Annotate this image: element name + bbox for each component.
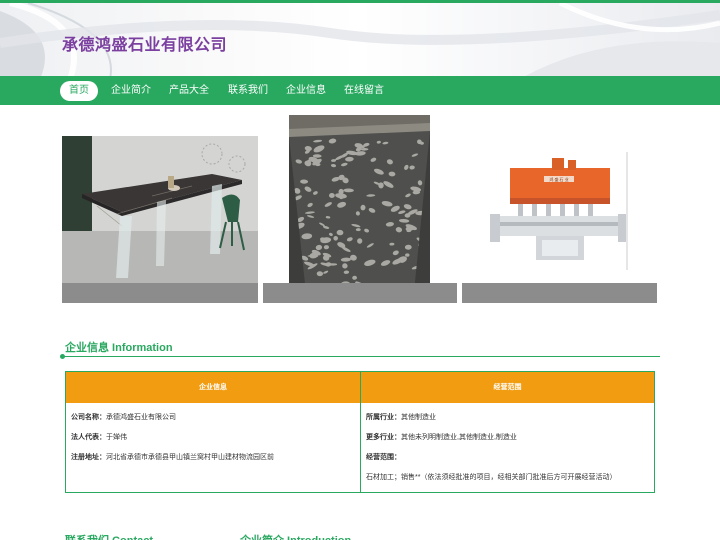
info-value: 其他制造业 [401,414,436,421]
intro-section-title: 企业简介 Introduction [240,532,351,540]
stone-table-photo[interactable] [62,136,258,283]
info-row-company-name: 公司名称：承德鸿盛石业有限公司 [71,412,176,424]
section-rule [62,356,660,357]
info-table-divider [360,372,361,492]
info-table-header-left: 企业信息 [66,372,360,403]
cnc-stone-machine-photo-image: 鸿 盛 石 业 [488,152,630,270]
main-nav: 首页 企业简介 产品大全 联系我们 企业信息 在线留言 [0,76,720,105]
nav-item-home[interactable]: 首页 [60,81,98,101]
info-row-industry: 所属行业：其他制造业 [366,412,436,424]
info-key: 经营范围： [366,454,401,461]
nav-item-company-intro[interactable]: 企业简介 [111,81,151,101]
info-table-header-right: 经营范围 [361,372,654,403]
carved-stone-slab-photo-image [289,115,430,302]
page: 承德鸿盛石业有限公司 首页 企业简介 产品大全 联系我们 企业信息 在线留言 鸿… [0,0,720,540]
info-row-address: 注册地址：河北省承德市承德县甲山镇兰窝村甲山建材物流园区前 [71,452,274,464]
contact-section-title: 联系我们 Contact [65,532,153,540]
nav-item-products[interactable]: 产品大全 [169,81,209,101]
info-key: 所属行业： [366,414,401,421]
photo-caption-bar-3 [462,283,657,303]
info-key: 公司名称： [71,414,106,421]
info-value: 承德鸿盛石业有限公司 [106,414,176,421]
info-value: 石材加工；销售**（依法须经批准的项目，经相关部门批准后方可开展经营活动） [366,474,617,481]
info-key: 法人代表： [71,434,106,441]
nav-item-contact[interactable]: 联系我们 [228,81,268,101]
cnc-stone-machine-photo[interactable]: 鸿 盛 石 业 [488,152,630,270]
info-row-more-industry: 更多行业：其他未列明制造业,其他制造业,制造业 [366,432,517,444]
site-header: 承德鸿盛石业有限公司 [0,0,720,76]
info-section-title: 企业信息 Information [65,342,173,354]
carved-stone-slab-photo[interactable] [289,115,430,302]
info-value: 其他未列明制造业,其他制造业,制造业 [401,434,517,441]
photo-caption-bar-2 [263,283,457,303]
info-key: 注册地址： [71,454,106,461]
company-logo-text[interactable]: 承德鸿盛石业有限公司 [62,31,227,55]
info-row-legal-rep: 法人代表：于婵伟 [71,432,127,444]
machine-brand-sign: 鸿 盛 石 业 [549,176,568,182]
company-info-table: 企业信息 经营范围 公司名称：承德鸿盛石业有限公司 法人代表：于婵伟 注册地址：… [65,371,655,493]
info-value: 河北省承德市承德县甲山镇兰窝村甲山建材物流园区前 [106,454,274,461]
info-row-business-scope: 经营范围： 石材加工；销售**（依法须经批准的项目，经相关部门批准后方可开展经营活… [366,448,650,488]
nav-item-message[interactable]: 在线留言 [344,81,384,101]
nav-item-company-info[interactable]: 企业信息 [286,81,326,101]
info-key: 更多行业： [366,434,401,441]
photo-caption-bar-1 [62,283,258,303]
stone-table-photo-image [62,136,258,283]
info-value: 于婵伟 [106,434,127,441]
